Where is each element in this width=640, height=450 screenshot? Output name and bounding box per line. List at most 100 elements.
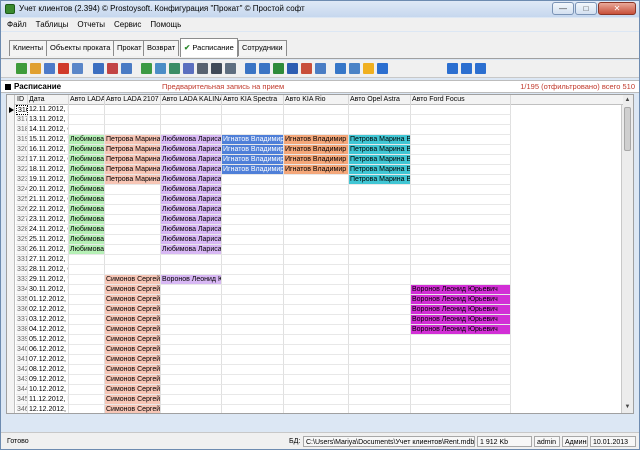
table-row[interactable]: 33602.12.2012, Вс Симонов Сергей Воронов Л… (7, 305, 623, 315)
cell-id[interactable]: 328 (16, 225, 28, 235)
cell-booking[interactable]: Любимова Лариса (69, 145, 105, 155)
scroll-down-icon[interactable]: ▼ (622, 402, 633, 413)
cell-date[interactable]: 26.11.2012, Пн (28, 245, 69, 255)
cell-booking[interactable]: Симонов Сергей (105, 285, 161, 295)
row-indicator[interactable] (7, 275, 15, 285)
cell-booking[interactable] (69, 305, 105, 315)
row-indicator[interactable] (7, 345, 15, 355)
table-row[interactable]: 33703.12.2012, Пн Симонов Сергей Воронов Л… (7, 315, 623, 325)
cell-booking[interactable] (284, 115, 349, 125)
import-icon[interactable] (259, 63, 270, 74)
cell-booking[interactable] (411, 175, 511, 185)
cell-id[interactable]: 343 (16, 375, 28, 385)
cell-booking[interactable] (284, 235, 349, 245)
cell-date[interactable]: 03.12.2012, Пн (28, 315, 69, 325)
cell-booking[interactable] (222, 365, 284, 375)
cell-booking[interactable] (284, 175, 349, 185)
cell-booking[interactable]: Любимова Лариса (69, 165, 105, 175)
refresh-icon[interactable] (141, 63, 152, 74)
cell-date[interactable]: 27.11.2012, Вт (28, 255, 69, 265)
cell-booking[interactable] (284, 125, 349, 135)
cell-booking[interactable] (411, 135, 511, 145)
cell-booking[interactable]: Петрова Марина (105, 165, 161, 175)
cell-id[interactable]: 316 (16, 105, 28, 115)
print-icon[interactable] (225, 63, 236, 74)
cell-id[interactable]: 325 (16, 195, 28, 205)
cell-date[interactable]: 02.12.2012, Вс (28, 305, 69, 315)
table-row[interactable]: 33905.12.2012, Ср Симонов Сергей (7, 335, 623, 345)
cell-booking[interactable] (411, 215, 511, 225)
cell-id[interactable]: 331 (16, 255, 28, 265)
export-icon[interactable] (245, 63, 256, 74)
cell-booking[interactable]: Игнатов Владимир (284, 155, 349, 165)
cell-date[interactable]: 12.11.2012, Пн (28, 105, 69, 115)
cell-booking[interactable] (161, 355, 222, 365)
cell-booking[interactable] (222, 395, 284, 405)
cell-booking[interactable] (222, 195, 284, 205)
cell-booking[interactable] (411, 105, 511, 115)
cell-id[interactable]: 332 (16, 265, 28, 275)
cell-booking[interactable] (284, 395, 349, 405)
cell-booking[interactable] (222, 375, 284, 385)
cell-booking[interactable] (411, 355, 511, 365)
cell-booking[interactable]: Любимова Лариса (161, 155, 222, 165)
cell-id[interactable]: 340 (16, 345, 28, 355)
row-indicator[interactable] (7, 335, 15, 345)
cell-booking[interactable] (105, 185, 161, 195)
cell-booking[interactable] (161, 265, 222, 275)
cell-id[interactable]: 336 (16, 305, 28, 315)
cell-id[interactable]: 320 (16, 145, 28, 155)
cell-booking[interactable]: Игнатов Владимир (222, 155, 284, 165)
cell-booking[interactable] (284, 225, 349, 235)
cell-booking[interactable] (161, 365, 222, 375)
tab-rental-objects[interactable]: Объекты проката (46, 40, 115, 56)
row-indicator[interactable] (7, 285, 15, 295)
cell-booking[interactable] (411, 125, 511, 135)
cell-booking[interactable] (349, 385, 411, 395)
cell-date[interactable]: 09.12.2012, Вс (28, 375, 69, 385)
column-header[interactable]: Авто KIA Rio (284, 95, 349, 105)
cell-booking[interactable] (105, 255, 161, 265)
cell-booking[interactable]: Любимова Лариса (69, 175, 105, 185)
scroll-up-icon[interactable]: ▲ (622, 95, 633, 106)
cell-booking[interactable] (411, 245, 511, 255)
cell-booking[interactable]: Любимова Лариса (161, 195, 222, 205)
last-record-icon[interactable] (475, 63, 486, 74)
cell-booking[interactable] (349, 265, 411, 275)
table-row[interactable]: 33329.11.2012, Чт Симонов СергейВоронов Л… (7, 275, 623, 285)
cell-booking[interactable] (411, 195, 511, 205)
cell-id[interactable]: 341 (16, 355, 28, 365)
table-row[interactable]: 32622.11.2012, ЧтЛюбимова ЛарисаЛюбимова… (7, 205, 623, 215)
menu-tables[interactable]: Таблицы (36, 18, 69, 31)
cell-date[interactable]: 01.12.2012, Сб (28, 295, 69, 305)
row-indicator[interactable] (7, 205, 15, 215)
cell-id[interactable]: 324 (16, 185, 28, 195)
cell-booking[interactable] (349, 115, 411, 125)
cell-booking[interactable] (105, 115, 161, 125)
cell-booking[interactable] (69, 265, 105, 275)
cell-booking[interactable]: Любимова Лариса (69, 155, 105, 165)
cell-date[interactable]: 08.12.2012, Сб (28, 365, 69, 375)
cell-date[interactable]: 16.11.2012, Пт (28, 145, 69, 155)
table-row[interactable]: 31612.11.2012, Пн (7, 105, 623, 115)
delete-record-icon[interactable] (58, 63, 69, 74)
cell-booking[interactable] (69, 345, 105, 355)
cell-booking[interactable] (105, 265, 161, 275)
cell-date[interactable]: 30.11.2012, Пт (28, 285, 69, 295)
row-indicator[interactable] (7, 145, 15, 155)
filter-clear-icon[interactable] (107, 63, 118, 74)
column-header[interactable]: Авто LADA 2107 (105, 95, 161, 105)
cell-booking[interactable]: Симонов Сергей (105, 355, 161, 365)
cell-booking[interactable] (161, 325, 222, 335)
row-indicator[interactable] (7, 245, 15, 255)
cell-booking[interactable] (411, 335, 511, 345)
cell-booking[interactable] (411, 165, 511, 175)
cell-booking[interactable]: Воронов Леонид Юрьевич (411, 325, 511, 335)
cell-booking[interactable] (69, 315, 105, 325)
cell-booking[interactable] (161, 385, 222, 395)
cell-booking[interactable] (222, 235, 284, 245)
row-indicator[interactable] (7, 315, 15, 325)
column-header[interactable]: Авто KIA Spectra (222, 95, 284, 105)
cell-id[interactable]: 346 (16, 405, 28, 413)
cell-booking[interactable] (222, 335, 284, 345)
